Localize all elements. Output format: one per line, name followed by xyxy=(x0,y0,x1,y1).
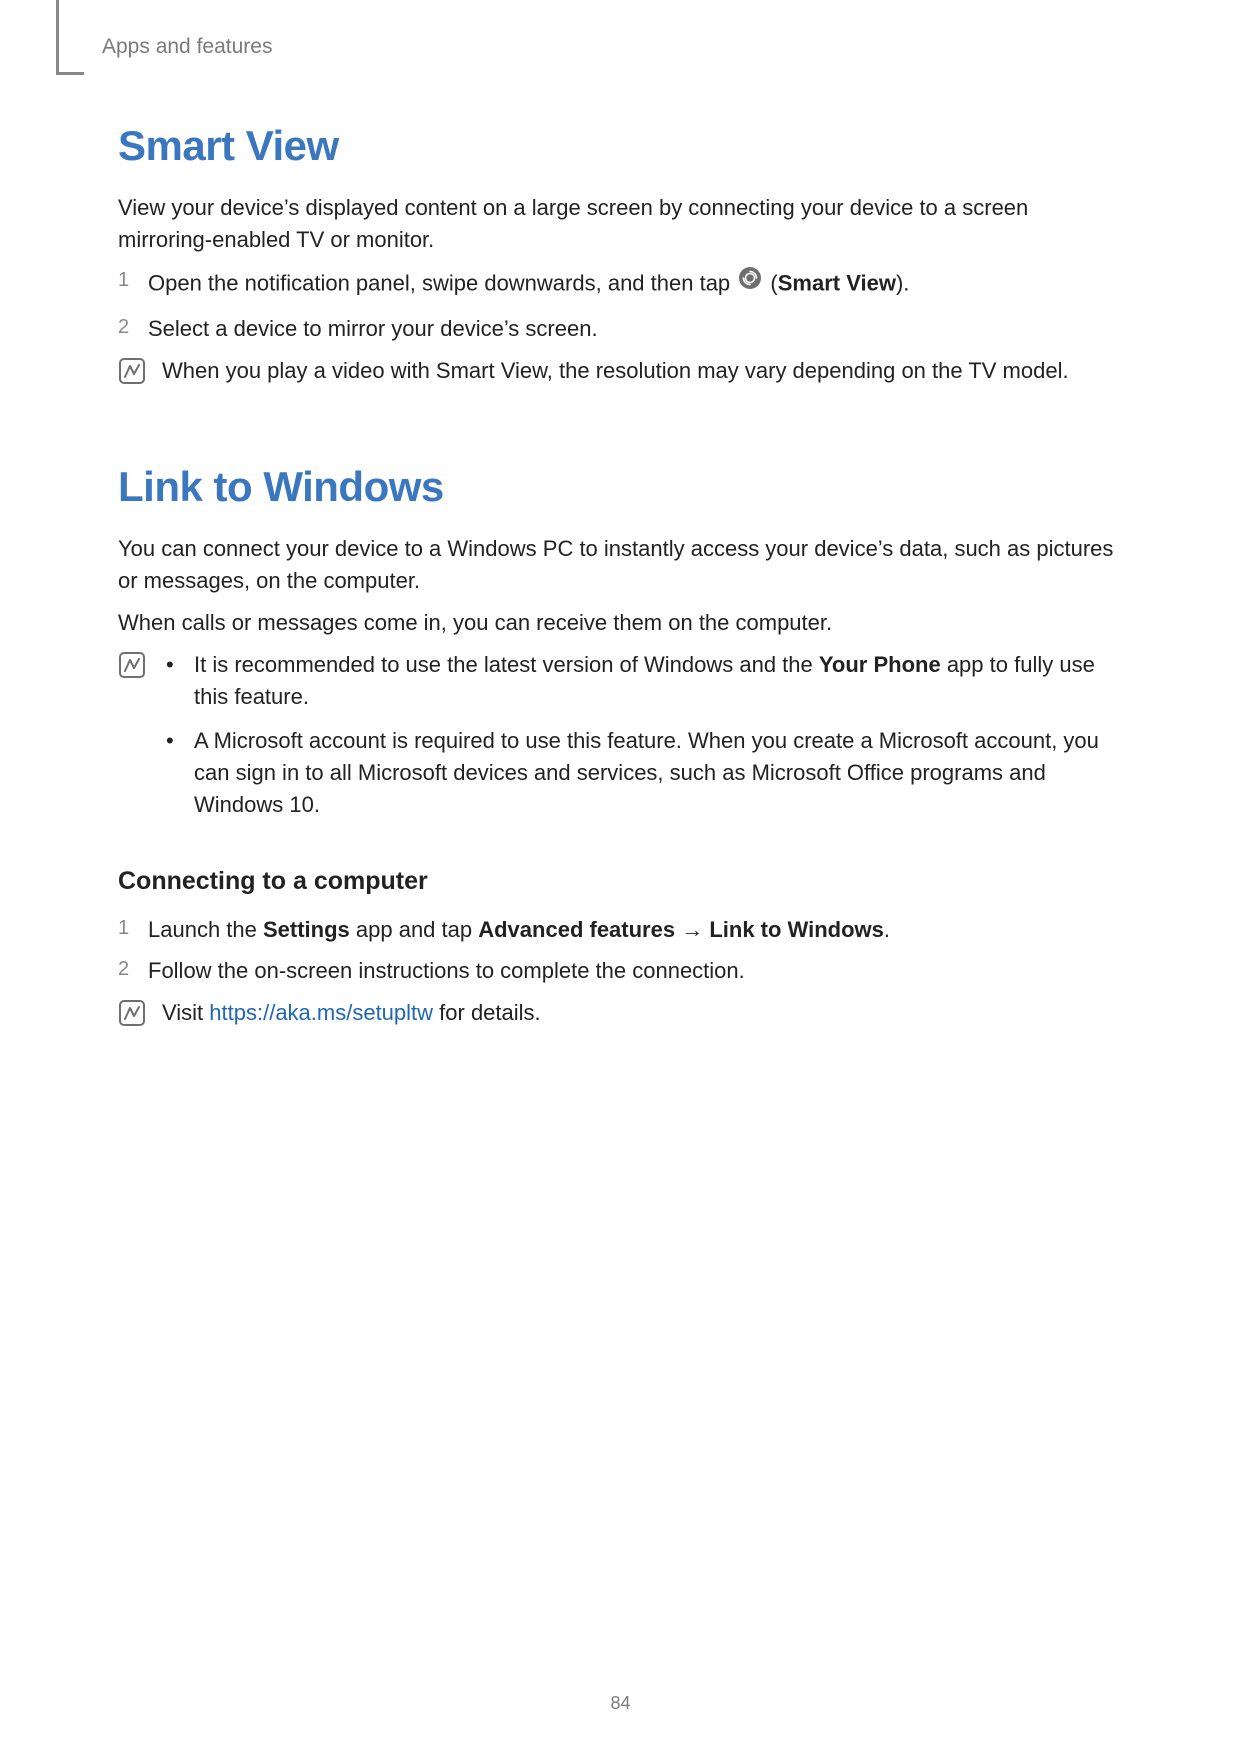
note-body: When you play a video with Smart View, t… xyxy=(162,355,1123,394)
content-body: Smart View View your device’s displayed … xyxy=(118,122,1123,1036)
step-number: 1 xyxy=(118,266,148,303)
ltw-step-2: 2 Follow the on-screen instructions to c… xyxy=(118,955,1123,987)
step-text-bold: Link to Windows xyxy=(709,917,884,942)
smart-view-intro: View your device’s displayed content on … xyxy=(118,192,1123,256)
bullet-text: It is recommended to use the latest vers… xyxy=(194,652,819,677)
smart-view-note: When you play a video with Smart View, t… xyxy=(118,355,1123,394)
step-number: 2 xyxy=(118,955,148,987)
step-number: 1 xyxy=(118,914,148,946)
step-text: . xyxy=(884,917,890,942)
step-body: Follow the on-screen instructions to com… xyxy=(148,955,1123,987)
bullet-body: A Microsoft account is required to use t… xyxy=(194,725,1123,821)
step-text: ( xyxy=(770,270,777,295)
step-text-bold: Advanced features xyxy=(478,917,675,942)
step-body: Open the notification panel, swipe downw… xyxy=(148,266,1123,303)
note-icon xyxy=(118,649,162,832)
step-text-bold: Smart View xyxy=(778,270,896,295)
ltw-note-1: • It is recommended to use the latest ve… xyxy=(118,649,1123,832)
step-text: Launch the xyxy=(148,917,263,942)
smart-view-icon xyxy=(738,266,762,299)
step-text: ). xyxy=(896,270,909,295)
smart-view-step-2: 2 Select a device to mirror your device’… xyxy=(118,313,1123,345)
note-icon xyxy=(118,355,162,394)
heading-smart-view: Smart View xyxy=(118,122,1123,170)
step-text: → xyxy=(675,917,709,942)
step-body: Launch the Settings app and tap Advanced… xyxy=(148,914,1123,946)
ltw-intro-1: You can connect your device to a Windows… xyxy=(118,533,1123,597)
section-link-to-windows: Link to Windows You can connect your dev… xyxy=(118,463,1123,1036)
note-icon xyxy=(118,997,162,1036)
note-bullet-1: • It is recommended to use the latest ve… xyxy=(162,649,1123,713)
note-text: Visit xyxy=(162,1000,209,1025)
section-label: Apps and features xyxy=(102,35,272,59)
subheading-connecting: Connecting to a computer xyxy=(118,867,1123,896)
bullet-dot: • xyxy=(162,649,194,713)
step-text: app and tap xyxy=(350,917,478,942)
step-body: Select a device to mirror your device’s … xyxy=(148,313,1123,345)
note-bullet-2: • A Microsoft account is required to use… xyxy=(162,725,1123,821)
note-body: Visit https://aka.ms/setupltw for detail… xyxy=(162,997,1123,1036)
ltw-intro-2: When calls or messages come in, you can … xyxy=(118,607,1123,639)
page-number: 84 xyxy=(0,1693,1241,1714)
page: Apps and features Smart View View your d… xyxy=(0,0,1241,1754)
smart-view-step-1: 1 Open the notification panel, swipe dow… xyxy=(118,266,1123,303)
bullet-body: It is recommended to use the latest vers… xyxy=(194,649,1123,713)
ltw-note-2: Visit https://aka.ms/setupltw for detail… xyxy=(118,997,1123,1036)
step-text-bold: Settings xyxy=(263,917,350,942)
note-text: for details. xyxy=(433,1000,541,1025)
header-rule-horizontal xyxy=(56,72,84,75)
bullet-dot: • xyxy=(162,725,194,821)
heading-link-to-windows: Link to Windows xyxy=(118,463,1123,511)
setup-link[interactable]: https://aka.ms/setupltw xyxy=(209,1000,433,1025)
bullet-text-bold: Your Phone xyxy=(819,652,941,677)
header-rule-vertical xyxy=(56,0,59,74)
step-text: Open the notification panel, swipe downw… xyxy=(148,270,736,295)
step-number: 2 xyxy=(118,313,148,345)
ltw-step-1: 1 Launch the Settings app and tap Advanc… xyxy=(118,914,1123,946)
note-body: • It is recommended to use the latest ve… xyxy=(162,649,1123,832)
